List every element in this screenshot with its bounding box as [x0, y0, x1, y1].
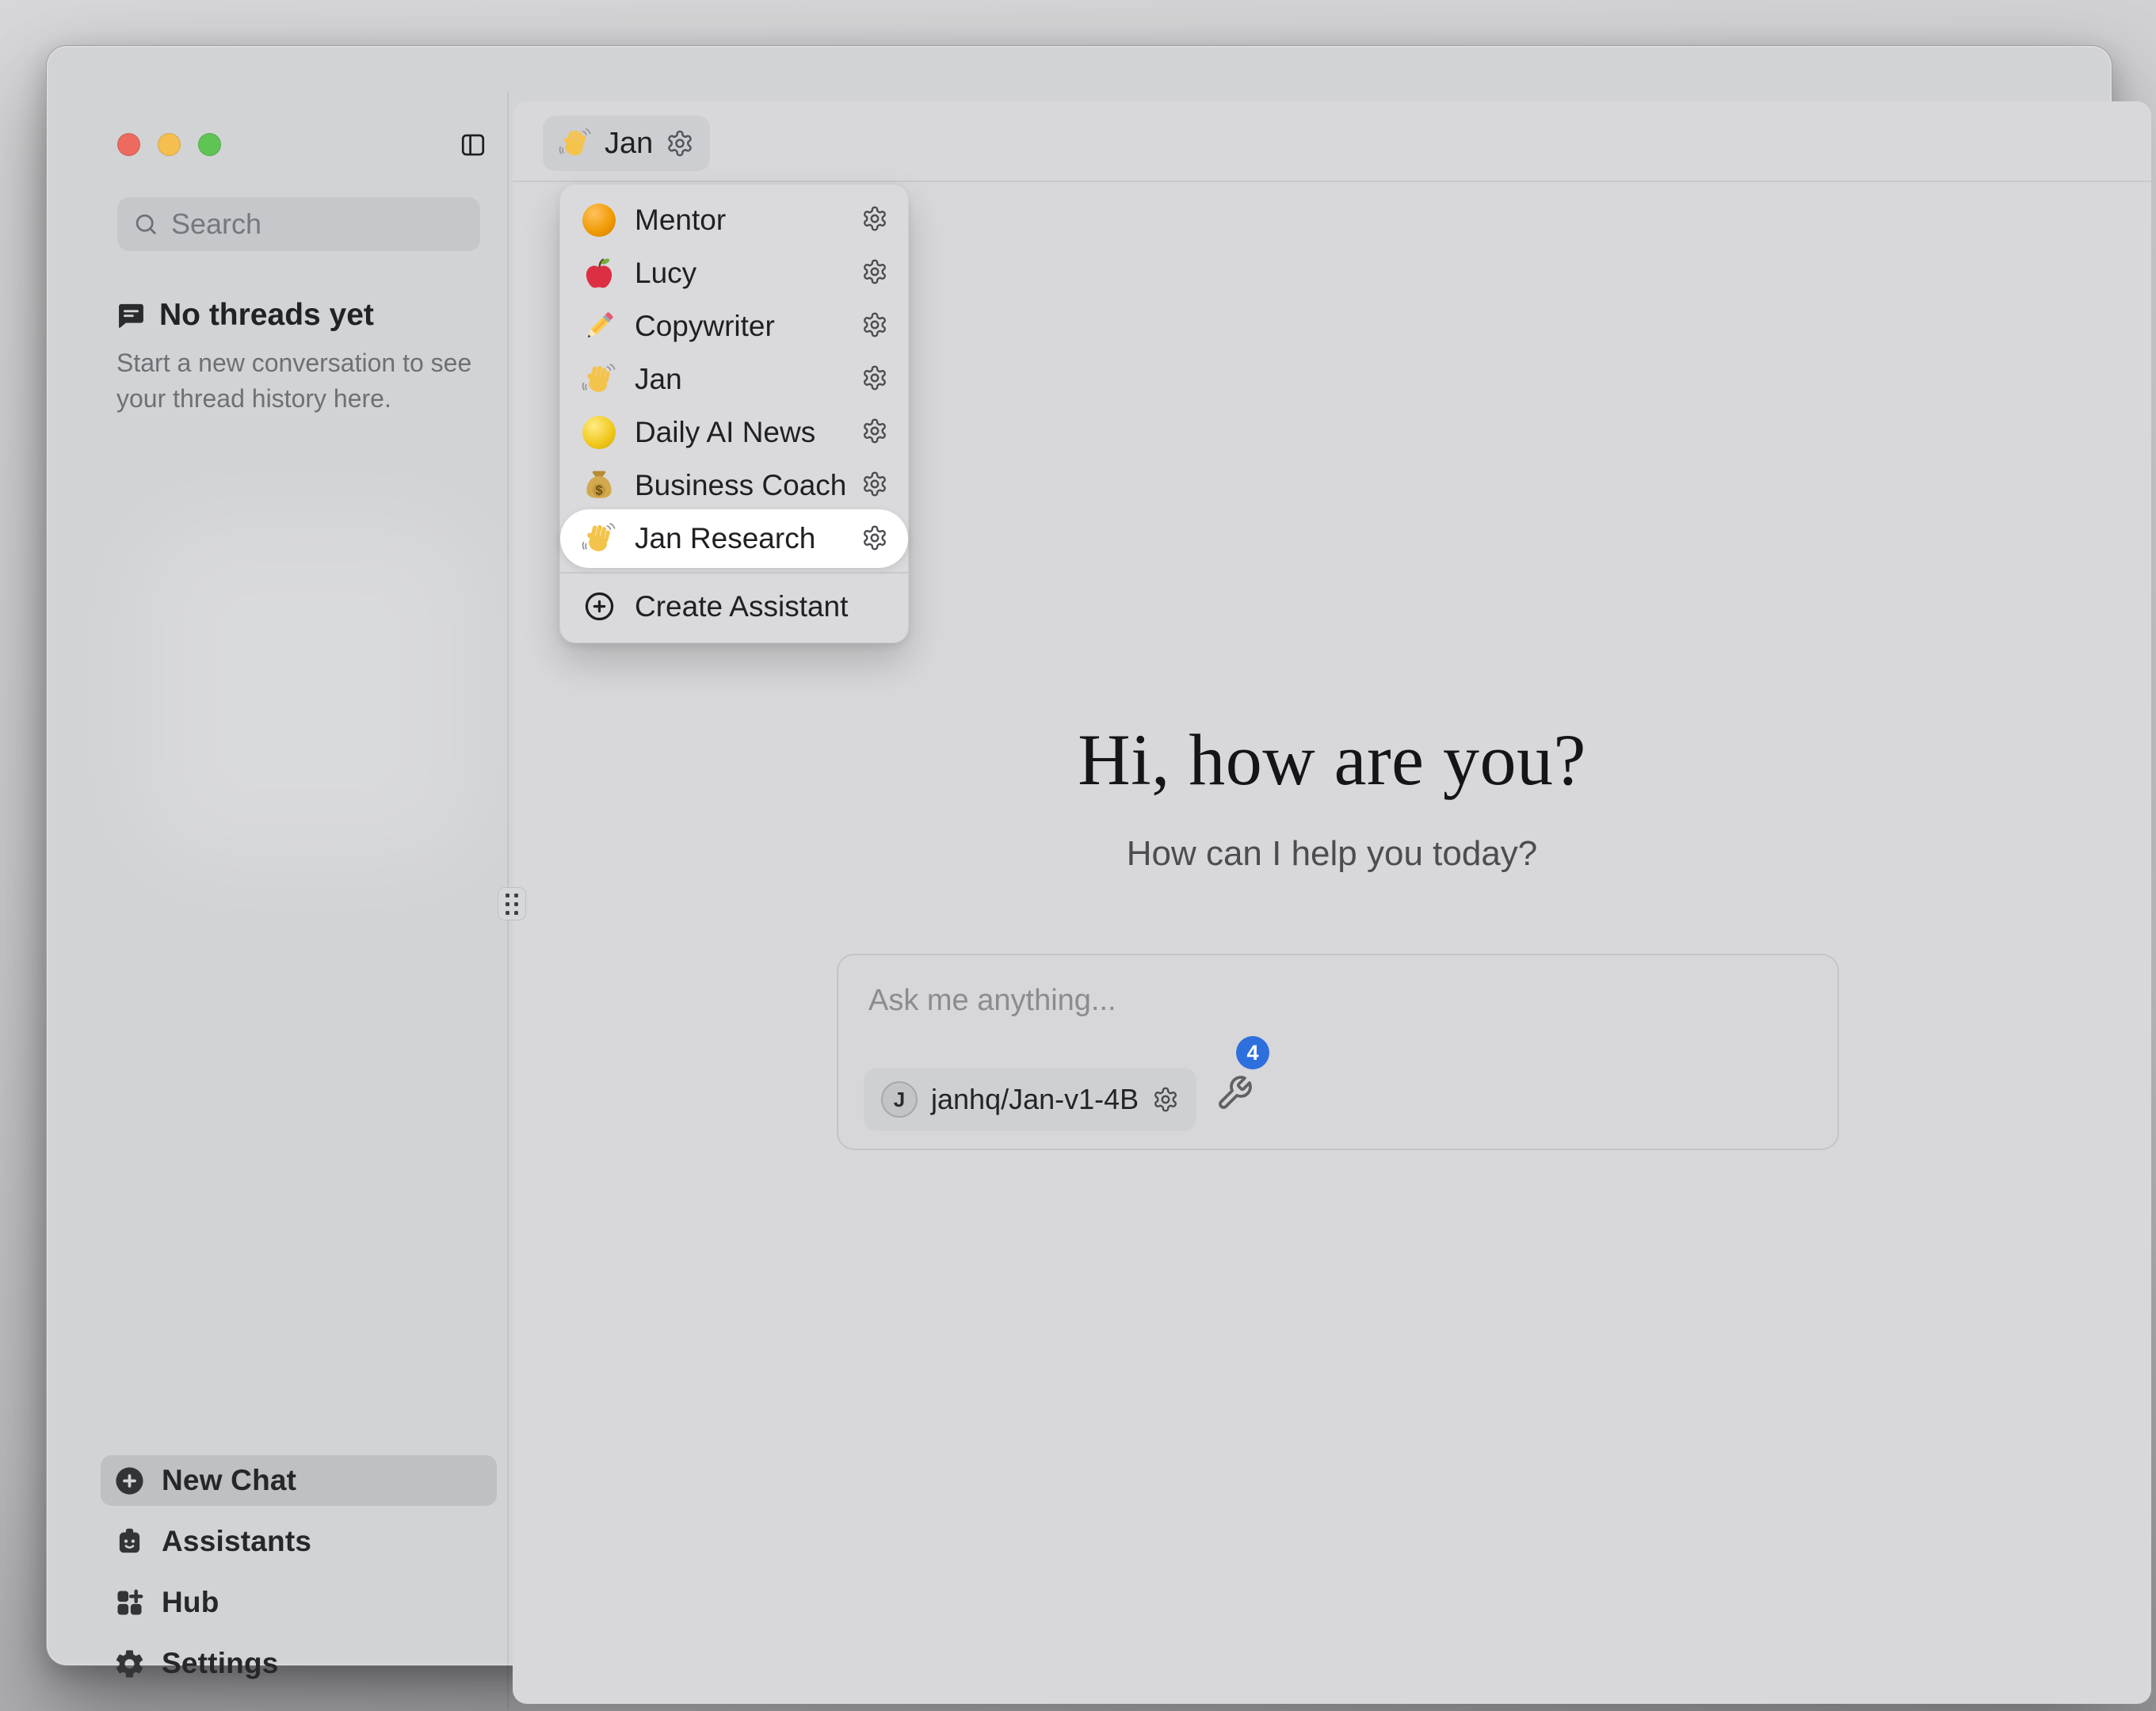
threads-empty-state: No threads yet Start a new conversation … [116, 298, 475, 417]
empty-state-title: No threads yet [159, 298, 374, 333]
sidebar-item-hub[interactable]: Hub [101, 1577, 497, 1628]
composer-input[interactable] [867, 982, 1805, 1038]
tools-count-badge: 4 [1236, 1036, 1269, 1069]
gear-icon [113, 1648, 146, 1680]
search-field [117, 197, 480, 251]
menu-item-label: Lucy [635, 257, 859, 290]
menu-item-jan-research[interactable]: Jan Research [560, 509, 908, 568]
assistant-settings-gear-icon[interactable] [859, 311, 891, 342]
greeting-title: Hi, how are you? [513, 718, 2151, 802]
assistant-settings-gear-icon[interactable] [859, 257, 891, 289]
menu-item-label: Jan [635, 363, 859, 396]
empty-state-description: Start a new conversation to see your thr… [116, 345, 475, 417]
sidebar-item-assistants[interactable]: Assistants [101, 1516, 497, 1567]
window-controls [117, 133, 221, 156]
nav-item-label: Settings [162, 1647, 279, 1680]
main-panel: Jan Mentor Lucy Copywriter [513, 101, 2151, 1704]
sidebar-resize-handle[interactable] [498, 887, 526, 920]
app-window: No threads yet Start a new conversation … [46, 45, 2112, 1666]
sidebar-nav: New Chat Assistants Hub Settings [101, 1455, 497, 1689]
menu-item-label: Business Coach [635, 469, 859, 502]
waving-hand-emoji [581, 361, 617, 398]
panel-left-icon [460, 131, 487, 158]
nav-item-label: Assistants [162, 1525, 311, 1558]
assistant-selector-button[interactable]: Jan [543, 116, 710, 171]
robot-icon [113, 1526, 146, 1558]
menu-item-create-assistant[interactable]: Create Assistant [560, 580, 908, 633]
menu-item-label: Create Assistant [635, 590, 891, 623]
menu-separator [560, 572, 908, 574]
orange-circle-emoji [581, 202, 617, 238]
menu-item-lucy[interactable]: Lucy [560, 246, 908, 299]
minimize-button[interactable] [158, 133, 181, 156]
waving-hand-emoji [559, 127, 592, 160]
desktop: No threads yet Start a new conversation … [0, 0, 2156, 1711]
sidebar-glow [142, 521, 475, 862]
gear-icon [1152, 1086, 1179, 1113]
assistant-settings-gear-icon[interactable] [859, 364, 891, 395]
greeting-subtitle: How can I help you today? [513, 834, 2151, 874]
close-button[interactable] [117, 133, 140, 156]
menu-item-label: Mentor [635, 204, 859, 237]
yellow-circle-emoji [581, 414, 617, 451]
tools-button[interactable] [1215, 1074, 1254, 1114]
menu-item-label: Daily AI News [635, 416, 859, 449]
assistant-settings-gear-icon[interactable] [859, 417, 891, 448]
menu-item-label: Jan Research [635, 522, 859, 555]
zoom-button[interactable] [198, 133, 221, 156]
red-apple-emoji [581, 255, 617, 292]
pencil-emoji [581, 308, 617, 345]
assistant-menu: Mentor Lucy Copywriter Jan [559, 184, 909, 643]
menu-item-mentor[interactable]: Mentor [560, 193, 908, 246]
grip-dots-icon [506, 894, 518, 915]
menu-item-daily-ai-news[interactable]: Daily AI News [560, 406, 908, 459]
waving-hand-emoji [581, 520, 617, 557]
assistant-settings-gear-icon[interactable] [859, 470, 891, 501]
gear-icon[interactable] [666, 129, 694, 158]
grid-plus-icon [113, 1587, 146, 1619]
model-avatar: J [881, 1081, 918, 1118]
menu-item-label: Copywriter [635, 310, 859, 343]
chat-bubble-icon [116, 301, 146, 330]
assistant-selector-label: Jan [605, 127, 653, 161]
sidebar-item-new-chat[interactable]: New Chat [101, 1455, 497, 1506]
sidebar-toggle-button[interactable] [459, 131, 487, 160]
nav-item-label: Hub [162, 1586, 219, 1619]
menu-item-copywriter[interactable]: Copywriter [560, 299, 908, 352]
assistant-settings-gear-icon[interactable] [859, 204, 891, 236]
assistant-settings-gear-icon[interactable] [859, 523, 891, 554]
money-bag-emoji [581, 467, 617, 504]
search-icon [133, 211, 158, 237]
menu-item-business-coach[interactable]: Business Coach [560, 459, 908, 512]
plus-circle-icon [113, 1465, 146, 1497]
composer-card: J janhq/Jan-v1-4B 4 [837, 954, 1839, 1150]
nav-item-label: New Chat [162, 1464, 296, 1497]
wrench-icon [1215, 1074, 1254, 1112]
menu-item-jan[interactable]: Jan [560, 352, 908, 406]
main-header: Jan [513, 101, 2151, 182]
sidebar-item-settings[interactable]: Settings [101, 1638, 497, 1689]
search-input[interactable] [170, 207, 464, 242]
plus-circle-icon [581, 589, 617, 625]
model-selector-button[interactable]: J janhq/Jan-v1-4B [864, 1068, 1196, 1131]
model-name: janhq/Jan-v1-4B [931, 1083, 1139, 1116]
